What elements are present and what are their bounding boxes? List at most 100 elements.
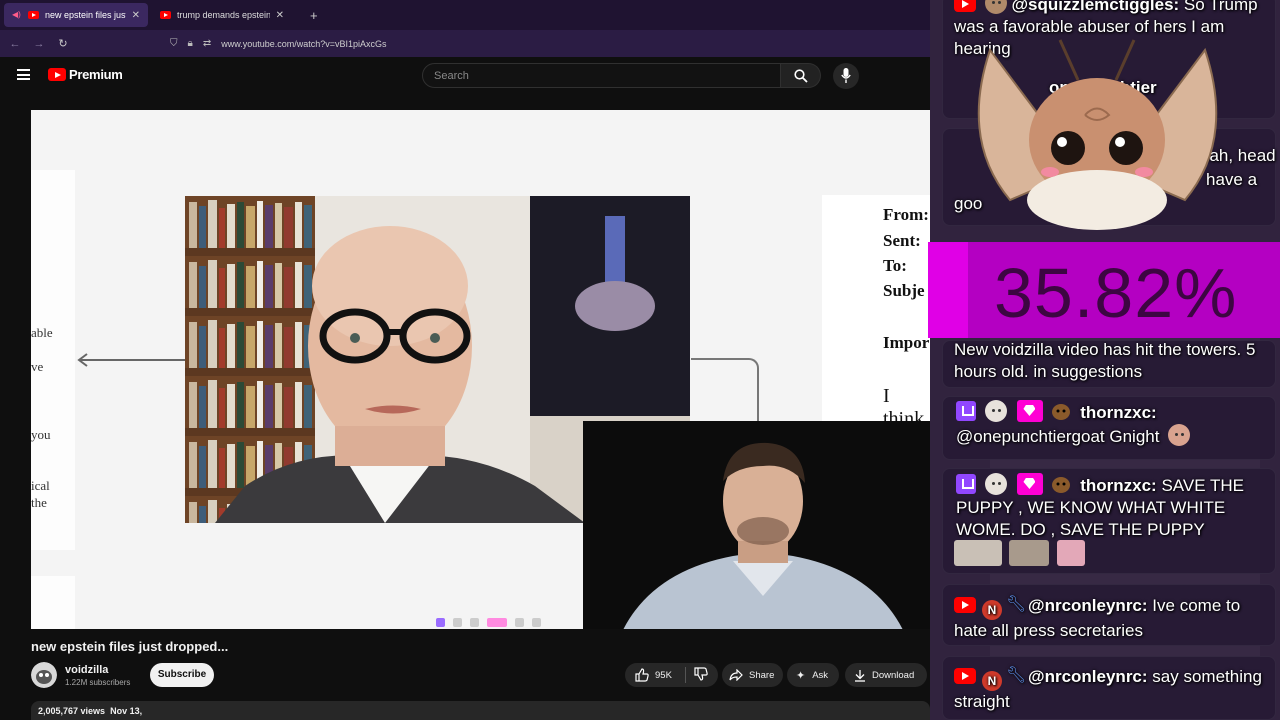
view-count: 2,005,767 views (38, 706, 106, 716)
doc-text-line: ical (31, 478, 50, 493)
shield-icon[interactable]: ⛉ (170, 38, 178, 49)
connector-line (691, 358, 759, 424)
cat-emote-icon (1009, 540, 1050, 566)
video-title: new epstein files just dropped... (31, 639, 229, 654)
download-icon (855, 669, 865, 682)
forward-icon[interactable]: → (32, 38, 46, 50)
chat-username: thornzxc: (1080, 403, 1157, 422)
close-tab-icon[interactable]: ✕ (276, 10, 284, 21)
subscribe-button[interactable]: Subscribe (150, 663, 214, 687)
shape-tool-icon (515, 617, 524, 627)
dislike-button[interactable] (686, 666, 708, 684)
youtube-logo[interactable]: Premium (48, 67, 123, 82)
arrow-left-icon (77, 353, 185, 367)
audio-playing-icon[interactable]: ◀) (12, 11, 22, 19)
sparkle-icon: ✦ (796, 669, 806, 682)
chat-text: @onepunchtiergoat Gnight (956, 427, 1160, 446)
search-input[interactable]: Search (422, 63, 781, 88)
doc-text-line: the (31, 495, 47, 510)
like-button[interactable]: 95K (625, 668, 685, 682)
cat-emote-icon (954, 540, 1002, 566)
browser-tab[interactable]: trump demands epstein investi ✕ (152, 3, 292, 27)
youtube-favicon-icon (28, 11, 39, 19)
email-field-label: Sent: (883, 231, 921, 250)
subscriber-count: 1.22M subscribers (65, 678, 131, 687)
youtube-badge-icon (954, 0, 976, 12)
moderator-wrench-icon: 🔧︎ (1006, 667, 1027, 684)
thumbs-up-icon (635, 668, 649, 682)
back-icon[interactable]: ← (8, 38, 22, 50)
close-tab-icon[interactable]: ✕ (132, 10, 140, 21)
email-field-label: To: (883, 256, 907, 275)
cat-badge-icon (984, 473, 1007, 495)
chat-message: N 🔧︎@nrconleynrc: Ive come to hate all pr… (954, 594, 1264, 642)
youtube-badge-icon (954, 597, 976, 613)
voice-search-button[interactable] (833, 63, 859, 89)
doc-text-line: able (31, 325, 53, 340)
chat-username: thornzxc: (1080, 476, 1157, 495)
email-field-label: Impor (883, 333, 930, 352)
drawing-toolbar (436, 615, 586, 629)
chat-username: @nrconleynrc: (1028, 596, 1148, 615)
search-icon (794, 69, 808, 83)
emote-icon (1168, 424, 1191, 446)
browser-tab-active[interactable]: ◀) new epstein files just dropped... ✕ (4, 3, 148, 27)
user-avatar-icon: N (982, 671, 1002, 691)
tab-title: trump demands epstein investi (177, 10, 270, 20)
dog-badge-icon (1048, 400, 1074, 422)
email-field-label: From: (883, 205, 929, 224)
screen: ◀) new epstein files just dropped... ✕ t… (0, 0, 1280, 720)
streamer-camera (583, 421, 930, 629)
moth-mascot-image (977, 39, 1218, 230)
doc-text-line: ve (31, 359, 44, 374)
reload-icon[interactable]: ↻ (56, 37, 70, 50)
youtube-play-icon (48, 68, 66, 81)
download-label: Download (872, 669, 915, 681)
lock-icon[interactable]: 🔒︎ (188, 38, 193, 49)
dog-badge-icon (1048, 473, 1074, 495)
tab-title: new epstein files just dropped... (45, 10, 126, 20)
youtube-badge-icon (954, 668, 976, 684)
cursor-tool-icon (436, 617, 445, 627)
like-dislike-group: 95K (625, 663, 718, 687)
user-avatar-icon (984, 0, 1007, 14)
doc-text-line: you (31, 427, 51, 442)
youtube-header: Premium Search (0, 57, 930, 97)
logo-text: Premium (69, 67, 123, 82)
cat-badge-icon (984, 400, 1007, 422)
document-fragment-left-lower (31, 576, 75, 629)
twitch-badge-icon (956, 401, 976, 421)
percent-value: 35.82% (994, 254, 1238, 332)
chat-message: thornzxc: SAVE THE PUPPY , WE KNOW WHAT … (956, 473, 1266, 541)
text-tool-icon (532, 617, 541, 627)
share-button[interactable]: Share (722, 663, 783, 687)
twitch-badge-icon (956, 474, 976, 494)
pen-tool-icon (470, 617, 479, 627)
channel-avatar[interactable] (31, 662, 57, 688)
url-field[interactable]: www.youtube.com/watch?v=vBI1piAxcGs (221, 39, 386, 49)
address-bar: ← → ↻ ⛉ 🔒︎ ⇄ www.youtube.com/watch?v=vBI… (0, 30, 930, 57)
download-button[interactable]: Download (845, 663, 927, 687)
gem-badge-icon (1017, 473, 1044, 495)
chat-username: @squizzlemctiggles: (1011, 0, 1180, 14)
microphone-icon (841, 68, 851, 83)
email-field-label: Subje (883, 281, 925, 300)
description-box[interactable]: 2,005,767 views Nov 13, (31, 701, 930, 720)
chat-message: thornzxc: @onepunchtiergoat Gnight (956, 400, 1266, 448)
user-avatar-icon: N (982, 600, 1002, 620)
ask-button[interactable]: ✦ Ask (787, 663, 839, 687)
permissions-icon[interactable]: ⇄ (203, 38, 211, 49)
url-security-icons: ⛉ 🔒︎ ⇄ (170, 38, 211, 49)
emote-row (954, 540, 1088, 566)
chat-username: @nrconleynrc: (1028, 667, 1148, 686)
thumbs-down-icon (694, 666, 708, 681)
new-tab-button[interactable]: + (310, 8, 318, 23)
share-label: Share (749, 669, 775, 681)
share-icon (729, 669, 743, 681)
document-fragment-left: able ve you ical the (31, 170, 75, 550)
video-player[interactable]: able ve you ical the From: Sent: To: Sub… (31, 110, 930, 629)
menu-icon[interactable] (17, 69, 30, 80)
search-button[interactable] (781, 63, 821, 88)
channel-name[interactable]: voidzilla (65, 664, 108, 676)
like-count: 95K (655, 669, 672, 681)
